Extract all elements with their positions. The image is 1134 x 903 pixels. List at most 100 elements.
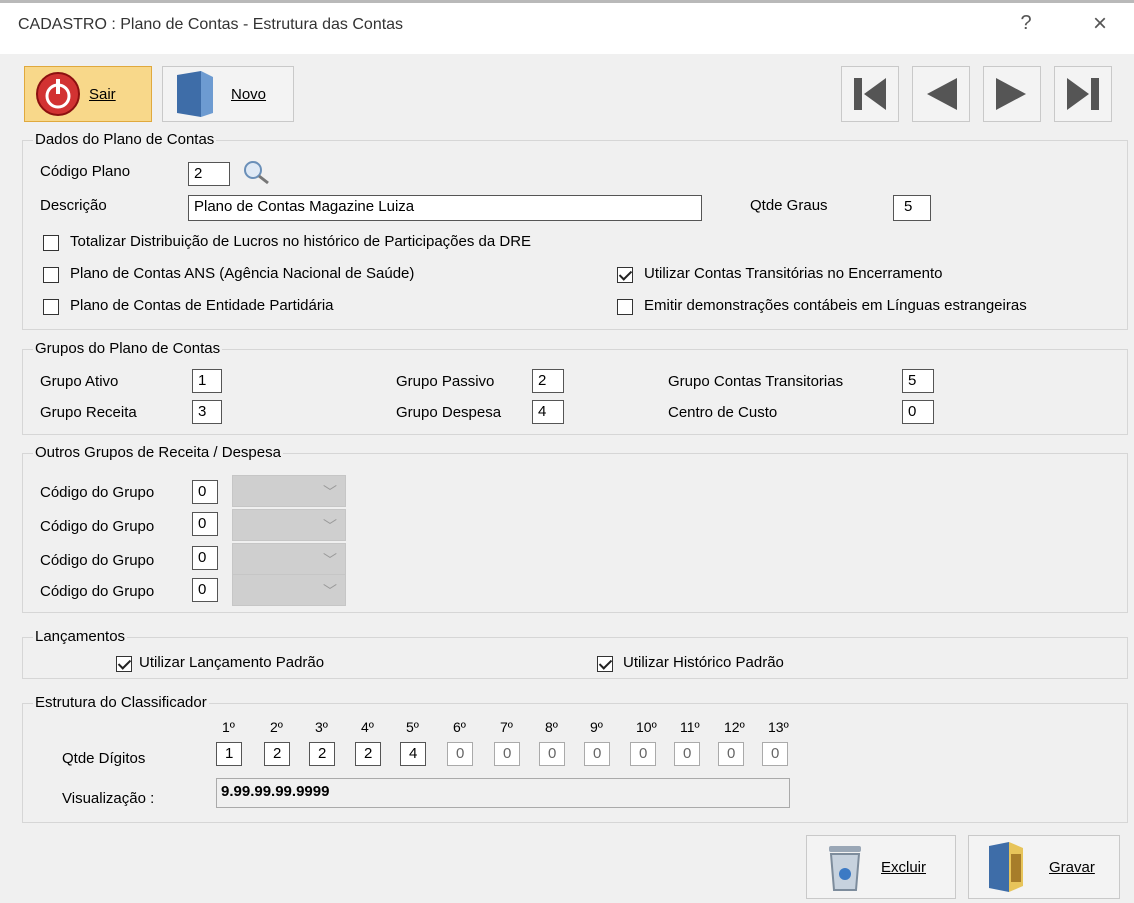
totalizar-checkbox[interactable] [43, 235, 59, 251]
sair-label: Sair [89, 85, 116, 103]
grupo-transitorias-input[interactable]: 5 [902, 369, 934, 393]
excluir-label: Excluir [881, 858, 927, 876]
outros-legend: Outros Grupos de Receita / Despesa [33, 444, 283, 461]
centro-custo-label: Centro de Custo [668, 404, 778, 421]
grau-header: 13º [768, 719, 789, 735]
grupo-receita-input[interactable]: 3 [192, 400, 222, 424]
close-button[interactable]: × [1085, 10, 1115, 38]
centro-custo-input[interactable]: 0 [902, 400, 934, 424]
digito-input[interactable]: 0 [762, 742, 788, 766]
lancamento-padrao-label: Utilizar Lançamento Padrão [139, 654, 325, 671]
dados-legend: Dados do Plano de Contas [33, 131, 217, 148]
descricao-input[interactable]: Plano de Contas Magazine Luiza [188, 195, 702, 221]
power-icon [36, 72, 80, 116]
codigo-grupo-select[interactable]: ﹀ [232, 475, 346, 507]
grau-header: 11º [680, 719, 700, 735]
chevron-down-icon: ﹀ [323, 552, 337, 568]
digito-input[interactable]: 2 [355, 742, 381, 766]
ans-label: Plano de Contas ANS (Agência Nacional de… [70, 265, 415, 282]
ans-checkbox[interactable] [43, 267, 59, 283]
digito-input[interactable]: 0 [447, 742, 473, 766]
sair-button[interactable]: Sair [24, 66, 152, 122]
transitorias-checkbox[interactable] [617, 267, 633, 283]
grupos-legend: Grupos do Plano de Contas [33, 340, 223, 357]
help-button[interactable]: ? [1011, 12, 1041, 35]
transitorias-label: Utilizar Contas Transitórias no Encerram… [644, 265, 943, 282]
codigo-grupo-input[interactable]: 0 [192, 578, 218, 602]
grau-header: 1º [222, 719, 235, 735]
outros-group [22, 453, 1128, 613]
grau-header: 3º [315, 719, 328, 735]
previous-icon [927, 78, 957, 110]
digito-input[interactable]: 4 [400, 742, 426, 766]
new-document-icon [177, 71, 213, 117]
qtde-graus-label: Qtde Graus [750, 197, 828, 214]
digito-input[interactable]: 0 [630, 742, 656, 766]
previous-record-button[interactable] [912, 66, 970, 122]
grupo-transitorias-label: Grupo Contas Transitorias [668, 373, 844, 390]
codigo-grupo-select[interactable]: ﹀ [232, 543, 346, 575]
grupo-passivo-input[interactable]: 2 [532, 369, 564, 393]
chevron-down-icon: ﹀ [323, 484, 337, 500]
grau-header: 4º [361, 719, 374, 735]
visualizacao-label: Visualização : [62, 790, 155, 807]
grau-header: 10º [636, 719, 657, 735]
linguas-checkbox[interactable] [617, 299, 633, 315]
qtde-graus-input[interactable]: 5 [893, 195, 931, 221]
grupo-receita-label: Grupo Receita [40, 404, 137, 421]
codigo-grupo-label: Código do Grupo [40, 484, 155, 501]
codigo-grupo-input[interactable]: 0 [192, 512, 218, 536]
first-icon [854, 78, 886, 110]
historico-padrao-label: Utilizar Histórico Padrão [623, 654, 784, 671]
digito-input[interactable]: 0 [494, 742, 520, 766]
digito-input[interactable]: 0 [674, 742, 700, 766]
digito-input[interactable]: 2 [309, 742, 335, 766]
qtde-digitos-label: Qtde Dígitos [62, 750, 146, 767]
digito-input[interactable]: 0 [584, 742, 610, 766]
codigo-plano-input[interactable]: 2 [188, 162, 230, 186]
grau-header: 5º [406, 719, 419, 735]
last-icon [1067, 78, 1099, 110]
last-record-button[interactable] [1054, 66, 1112, 122]
historico-padrao-checkbox[interactable] [597, 656, 613, 672]
lancamento-padrao-checkbox[interactable] [116, 656, 132, 672]
codigo-grupo-input[interactable]: 0 [192, 546, 218, 570]
codigo-grupo-select[interactable]: ﹀ [232, 509, 346, 541]
digito-input[interactable]: 2 [264, 742, 290, 766]
grupo-despesa-input[interactable]: 4 [532, 400, 564, 424]
grau-header: 7º [500, 719, 513, 735]
digito-input[interactable]: 1 [216, 742, 242, 766]
partidaria-checkbox[interactable] [43, 299, 59, 315]
digito-input[interactable]: 0 [539, 742, 565, 766]
grupo-despesa-label: Grupo Despesa [396, 404, 502, 421]
novo-button[interactable]: Novo [162, 66, 294, 122]
partidaria-label: Plano de Contas de Entidade Partidária [70, 297, 334, 314]
excluir-button[interactable]: Excluir [806, 835, 956, 899]
codigo-grupo-select[interactable]: ﹀ [232, 574, 346, 606]
digito-input[interactable]: 0 [718, 742, 744, 766]
trash-icon [829, 846, 861, 891]
gravar-button[interactable]: Gravar [968, 835, 1120, 899]
codigo-grupo-input[interactable]: 0 [192, 480, 218, 504]
search-icon[interactable] [241, 158, 271, 186]
visualizacao-display: 9.99.99.99.9999 [216, 778, 790, 808]
estrutura-legend: Estrutura do Classificador [33, 694, 209, 711]
grau-header: 6º [453, 719, 466, 735]
novo-label: Novo [231, 85, 267, 103]
first-record-button[interactable] [841, 66, 899, 122]
codigo-grupo-label: Código do Grupo [40, 552, 155, 569]
window-title: CADASTRO : Plano de Contas - Estrutura d… [18, 16, 404, 33]
lancamentos-legend: Lançamentos [33, 628, 128, 645]
save-folder-icon [989, 842, 1023, 892]
next-record-button[interactable] [983, 66, 1041, 122]
next-icon [996, 78, 1026, 110]
codigo-grupo-label: Código do Grupo [40, 583, 155, 600]
grau-header: 2º [270, 719, 283, 735]
grau-header: 8º [545, 719, 558, 735]
chevron-down-icon: ﹀ [323, 583, 337, 599]
codigo-grupo-label: Código do Grupo [40, 518, 155, 535]
grau-header: 9º [590, 719, 603, 735]
grupo-ativo-label: Grupo Ativo [40, 373, 119, 390]
grupo-ativo-input[interactable]: 1 [192, 369, 222, 393]
linguas-label: Emitir demonstrações contábeis em Língua… [644, 297, 1027, 314]
